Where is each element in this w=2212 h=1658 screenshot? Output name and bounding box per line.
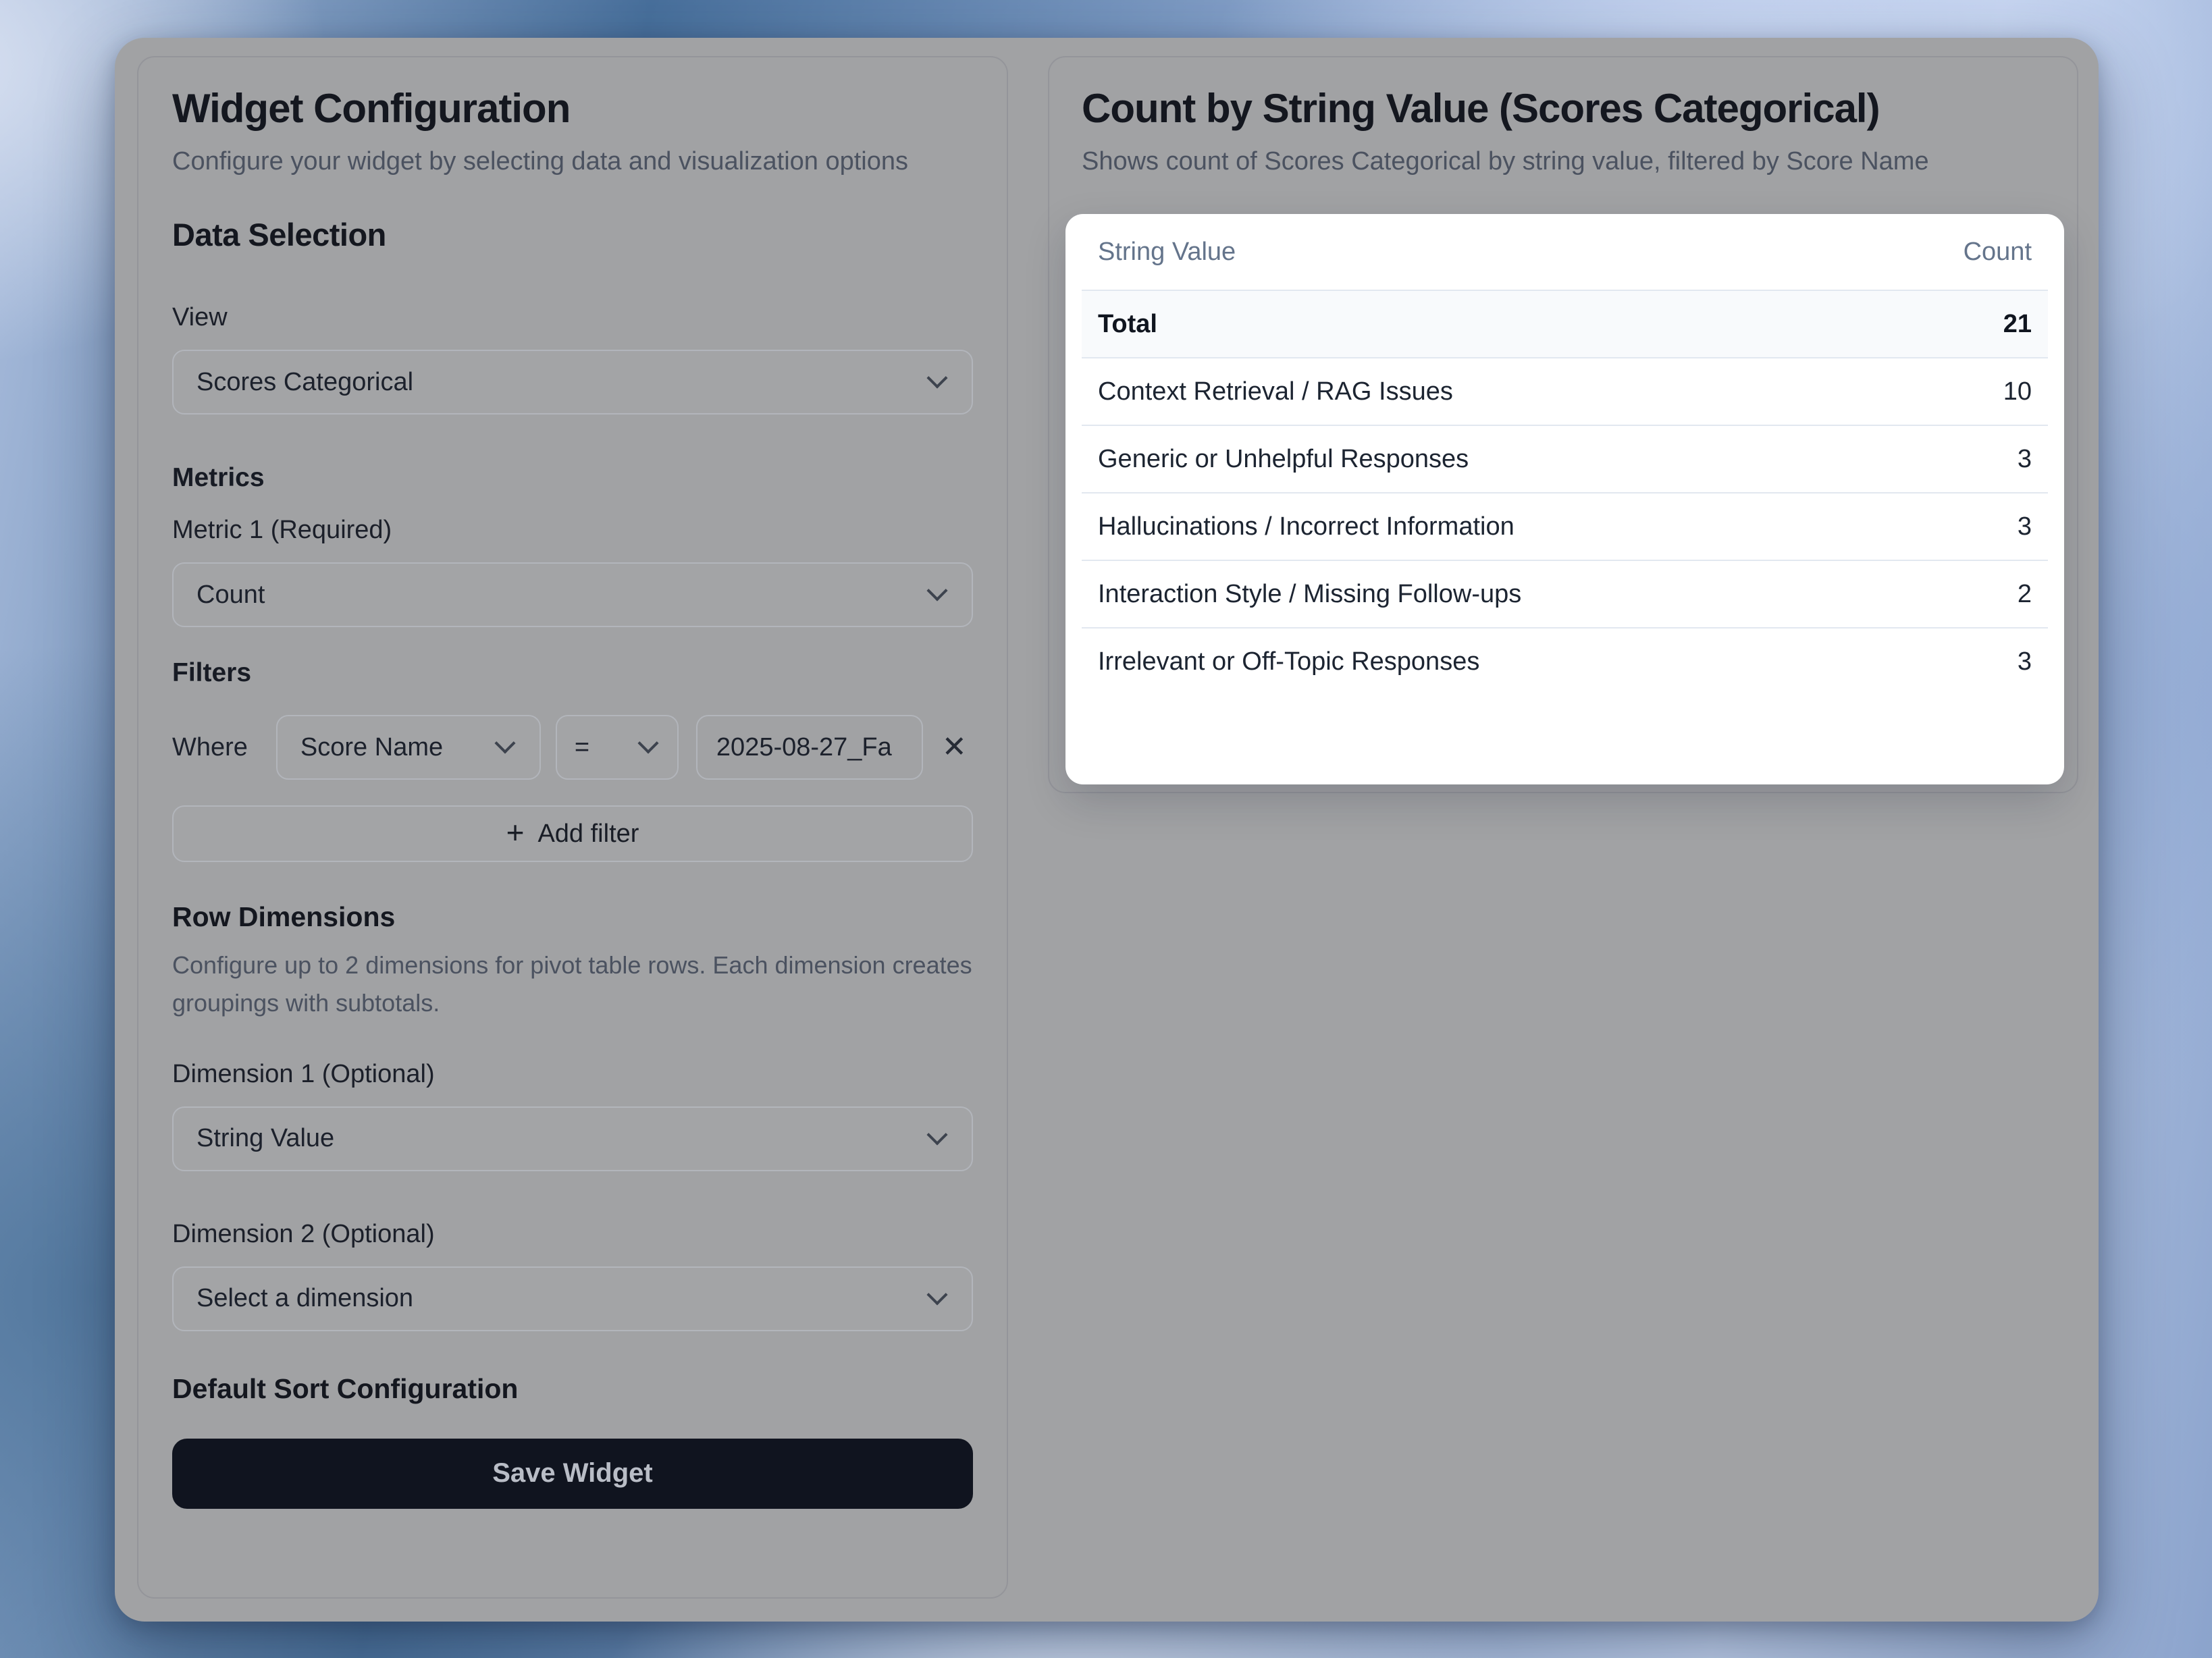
table-row: Total 21: [1082, 290, 2048, 357]
preview-subtitle: Shows count of Scores Categorical by str…: [1082, 142, 2045, 181]
panel-title: Widget Configuration: [172, 84, 973, 133]
filter-value-input[interactable]: 2025-08-27_Fa: [696, 715, 923, 780]
metric1-label: Metric 1 (Required): [172, 516, 973, 545]
data-selection-heading: Data Selection: [172, 216, 973, 253]
filter-operator-select[interactable]: =: [556, 715, 679, 780]
table-body: Total 21 Context Retrieval / RAG Issues …: [1082, 290, 2048, 695]
count-cell: 21: [2003, 310, 2032, 339]
remove-filter-button[interactable]: ✕: [942, 732, 967, 762]
widget-configuration-modal: Widget Configuration Configure your widg…: [115, 38, 2099, 1622]
add-filter-button[interactable]: + Add filter: [172, 805, 973, 862]
dimension1-select-value: String Value: [196, 1124, 334, 1153]
metrics-heading: Metrics: [172, 463, 973, 493]
row-dimensions-heading: Row Dimensions: [172, 901, 973, 933]
count-cell: 2: [2018, 580, 2032, 609]
save-widget-button[interactable]: Save Widget: [172, 1439, 973, 1509]
table-row: Irrelevant or Off-Topic Responses 3: [1082, 627, 2048, 695]
string-value-cell: Hallucinations / Incorrect Information: [1098, 512, 1515, 541]
string-value-cell: Irrelevant or Off-Topic Responses: [1098, 647, 1479, 676]
filters-heading: Filters: [172, 658, 973, 688]
view-select-value: Scores Categorical: [196, 368, 413, 397]
panel-subtitle: Configure your widget by selecting data …: [172, 142, 908, 181]
plus-icon: +: [506, 814, 525, 851]
metric1-select[interactable]: Count: [172, 562, 973, 627]
chevron-down-icon: [926, 1284, 947, 1305]
dimension1-label: Dimension 1 (Optional): [172, 1060, 973, 1089]
dimension2-select[interactable]: Select a dimension: [172, 1266, 973, 1331]
table-row: Context Retrieval / RAG Issues 10: [1082, 357, 2048, 425]
chevron-down-icon: [494, 732, 515, 753]
add-filter-label: Add filter: [537, 820, 639, 849]
string-value-cell: Generic or Unhelpful Responses: [1098, 445, 1469, 474]
filter-operator-value: =: [575, 733, 589, 762]
count-cell: 3: [2018, 647, 2032, 676]
count-cell: 3: [2018, 445, 2032, 474]
dimension1-select[interactable]: String Value: [172, 1106, 973, 1171]
widget-configuration-panel: Widget Configuration Configure your widg…: [137, 56, 1008, 1599]
chevron-down-icon: [926, 580, 947, 601]
count-cell: 10: [2003, 377, 2032, 406]
view-label: View: [172, 303, 973, 332]
row-dimensions-description: Configure up to 2 dimensions for pivot t…: [172, 946, 973, 1022]
string-value-cell: Total: [1098, 310, 1157, 339]
chevron-down-icon: [926, 1124, 947, 1145]
string-value-cell: Interaction Style / Missing Follow-ups: [1098, 580, 1521, 609]
where-label: Where: [172, 733, 248, 762]
default-sort-heading: Default Sort Configuration: [172, 1373, 973, 1405]
view-select[interactable]: Scores Categorical: [172, 350, 973, 414]
metric1-select-value: Count: [196, 581, 265, 610]
preview-table-card: String Value Count Total 21 Context Retr…: [1065, 214, 2064, 784]
filter-field-value: Score Name: [300, 733, 443, 762]
chevron-down-icon: [637, 732, 658, 753]
table-row: Interaction Style / Missing Follow-ups 2: [1082, 560, 2048, 627]
filter-row: Where Score Name = 2025-08-27_Fa ✕: [172, 715, 973, 780]
table-row: Hallucinations / Incorrect Information 3: [1082, 492, 2048, 560]
string-value-cell: Context Retrieval / RAG Issues: [1098, 377, 1453, 406]
close-icon: ✕: [942, 730, 967, 764]
dimension2-select-value: Select a dimension: [196, 1284, 413, 1313]
column-header-string-value: String Value: [1098, 238, 1236, 267]
count-cell: 3: [2018, 512, 2032, 541]
table-row: Generic or Unhelpful Responses 3: [1082, 425, 2048, 492]
column-header-count: Count: [1964, 238, 2032, 267]
chevron-down-icon: [926, 367, 947, 388]
dimension2-label: Dimension 2 (Optional): [172, 1220, 973, 1249]
widget-preview-panel: Count by String Value (Scores Categorica…: [1048, 56, 2078, 793]
table-header-row: String Value Count: [1082, 214, 2048, 290]
filter-field-select[interactable]: Score Name: [276, 715, 541, 780]
preview-title: Count by String Value (Scores Categorica…: [1082, 84, 2045, 133]
